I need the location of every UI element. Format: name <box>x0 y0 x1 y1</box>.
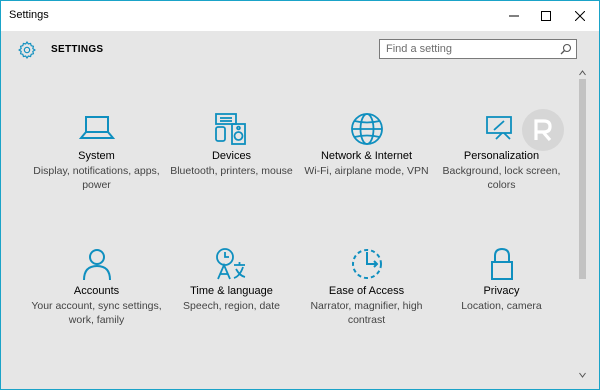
category-description: Location, camera <box>461 300 542 312</box>
paint-icon <box>485 116 512 140</box>
search-icon[interactable] <box>560 43 572 55</box>
watermark-logo <box>522 109 564 151</box>
person-icon <box>82 249 111 281</box>
minimize-button[interactable] <box>497 1 531 31</box>
category-description: Background, lock screen, colors <box>442 165 561 191</box>
category-description: Narrator, magnifier, high contrast <box>310 300 423 326</box>
scroll-down-icon[interactable] <box>578 371 587 379</box>
page-title: SETTINGS <box>51 44 104 55</box>
scroll-up-icon[interactable] <box>578 69 587 77</box>
category-description: Wi-Fi, airplane mode, VPN <box>304 165 429 177</box>
category-description: Display, notifications, apps, power <box>33 165 160 191</box>
maximize-button[interactable] <box>529 1 563 31</box>
category-devices[interactable]: Devices Bluetooth, printers, mouse <box>164 101 299 221</box>
maximize-icon <box>541 11 551 21</box>
category-name: Ease of Access <box>328 285 405 297</box>
category-grid: System Display, notifications, apps, pow… <box>29 101 569 341</box>
category-name: Devices <box>211 150 252 162</box>
category-system[interactable]: System Display, notifications, apps, pow… <box>29 101 164 221</box>
category-ease-of-access[interactable]: Ease of Access Narrator, magnifier, high… <box>299 236 434 356</box>
settings-window: Settings SETTINGS Find a setting System … <box>0 0 600 390</box>
vertical-scrollbar[interactable] <box>578 69 587 379</box>
category-network-internet[interactable]: Network & Internet Wi-Fi, airplane mode,… <box>299 101 434 221</box>
category-time-language[interactable]: Time & language Speech, region, date <box>164 236 299 356</box>
category-name: Time & language <box>190 285 273 297</box>
category-name: Privacy <box>483 285 520 297</box>
gear-icon <box>18 41 36 59</box>
clock-language-icon <box>215 248 245 280</box>
lock-icon <box>490 247 513 280</box>
category-name: Personalization <box>463 150 540 162</box>
category-description: Your account, sync settings, work, famil… <box>31 300 162 326</box>
category-description: Bluetooth, printers, mouse <box>170 165 293 177</box>
minimize-icon <box>509 15 519 17</box>
globe-icon <box>350 113 383 145</box>
title-bar[interactable]: Settings <box>1 1 599 31</box>
close-button[interactable] <box>563 1 597 31</box>
category-privacy[interactable]: Privacy Location, camera <box>434 236 569 356</box>
search-input[interactable] <box>380 40 556 58</box>
settings-header: SETTINGS <box>1 31 599 69</box>
devices-icon <box>214 113 246 145</box>
category-description: Speech, region, date <box>183 300 280 312</box>
category-accounts[interactable]: Accounts Your account, sync settings, wo… <box>29 236 164 356</box>
laptop-icon <box>78 116 115 139</box>
category-name: Accounts <box>73 285 120 297</box>
category-name: Network & Internet <box>320 150 413 162</box>
window-title: Settings <box>9 9 49 21</box>
close-icon <box>575 11 585 21</box>
scroll-thumb[interactable] <box>579 79 586 279</box>
r-logo-icon <box>534 119 552 141</box>
ease-of-access-icon <box>351 249 382 279</box>
search-box[interactable] <box>379 39 577 59</box>
category-name: System <box>78 150 115 162</box>
